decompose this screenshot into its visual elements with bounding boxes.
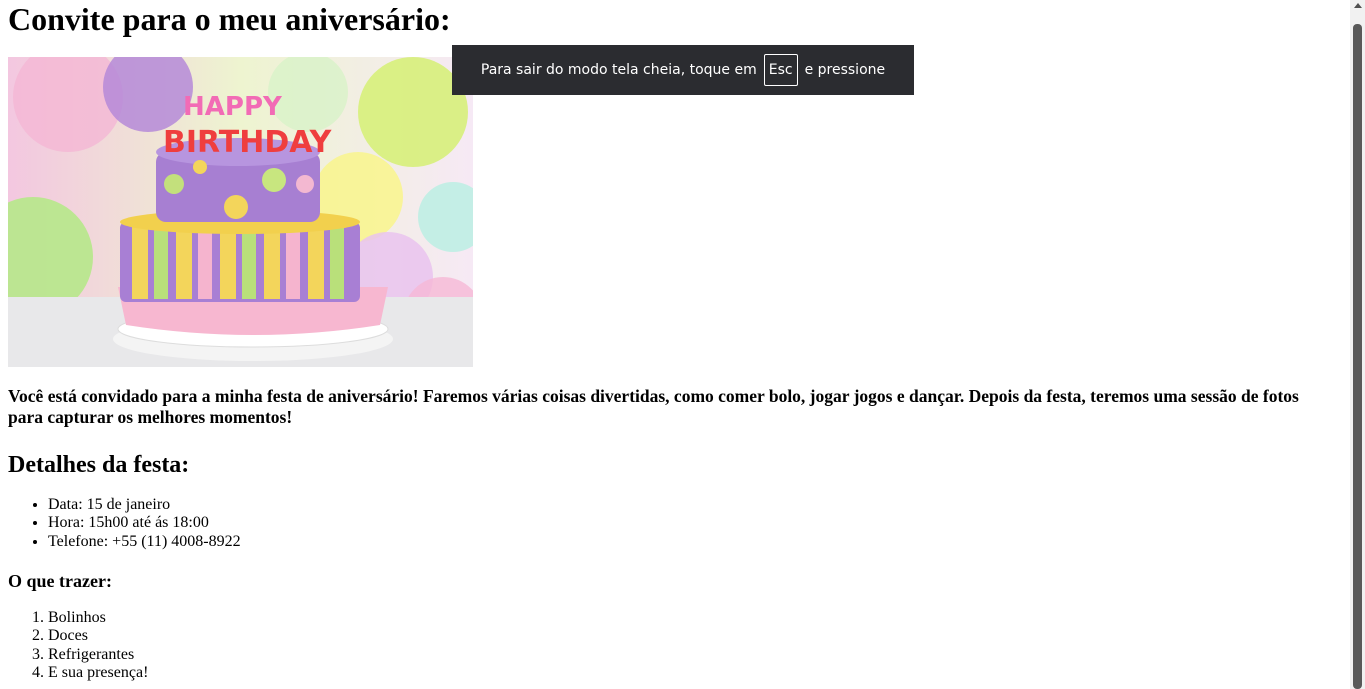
fullscreen-exit-notice: Para sair do modo tela cheia, toque em E… xyxy=(452,45,914,95)
birthday-cake-image: HAPPY BIRTHDAY xyxy=(8,57,473,367)
details-heading: Detalhes da festa: xyxy=(8,452,190,478)
list-item: E sua presença! xyxy=(48,664,148,682)
invitation-text: Você está convidado para a minha festa d… xyxy=(8,386,1299,427)
bring-list: Bolinhos Doces Refrigerantes E sua prese… xyxy=(8,609,148,683)
list-item: Data: 15 de janeiro xyxy=(48,496,241,514)
list-item: Telefone: +55 (11) 4008-8922 xyxy=(48,533,241,551)
page-title: Convite para o meu aniversário: xyxy=(8,1,451,37)
list-item: Hora: 15h00 até ás 18:00 xyxy=(48,514,241,532)
list-item: Bolinhos xyxy=(48,609,148,627)
scroll-up-arrow-icon[interactable] xyxy=(1354,3,1362,8)
list-item: Refrigerantes xyxy=(48,646,148,664)
cake-topper-text-happy: HAPPY xyxy=(183,92,283,122)
notice-text-before: Para sair do modo tela cheia, toque em xyxy=(480,62,757,78)
esc-key-badge: Esc xyxy=(763,54,798,86)
scrollbar-thumb[interactable] xyxy=(1353,24,1362,689)
bring-heading: O que trazer: xyxy=(8,571,112,591)
list-item: Doces xyxy=(48,627,148,645)
vertical-scrollbar[interactable] xyxy=(1350,0,1365,689)
notice-text-after: e pressione xyxy=(804,62,886,78)
details-list: Data: 15 de janeiro Hora: 15h00 até ás 1… xyxy=(8,496,241,551)
cake-topper-text-birthday: BIRTHDAY xyxy=(163,125,333,160)
